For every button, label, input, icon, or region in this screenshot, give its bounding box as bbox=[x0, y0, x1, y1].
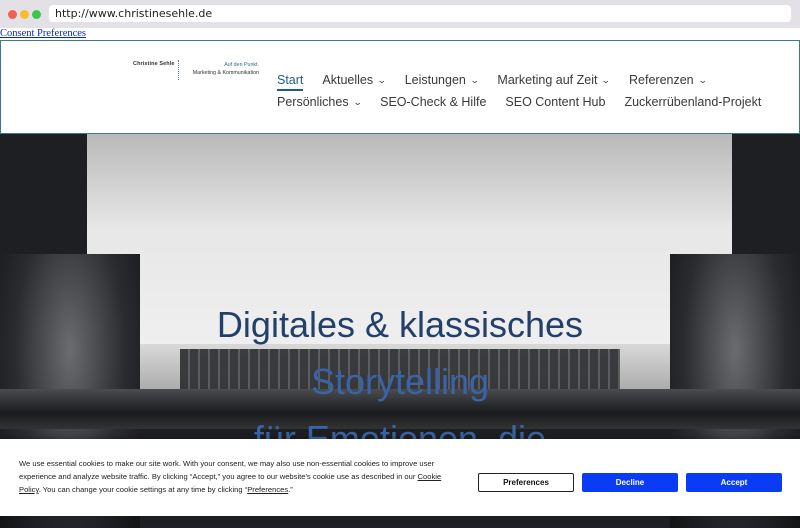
cookie-banner-text: We use essential cookies to make our sit… bbox=[19, 457, 464, 496]
nav-item-label: Referenzen bbox=[629, 73, 694, 87]
nav-item-persoenliches[interactable]: Persönliches ⌄ bbox=[277, 95, 363, 109]
cookie-preferences-button[interactable]: Preferences bbox=[478, 473, 574, 492]
logo-name: Christine Sehle bbox=[133, 61, 175, 67]
nav-item-label: Zuckerrübenland-Projekt bbox=[624, 95, 762, 109]
cookie-text-part-1: We use essential cookies to make our sit… bbox=[19, 459, 435, 481]
nav-item-label: SEO Content Hub bbox=[505, 95, 606, 109]
nav-item-referenzen[interactable]: Referenzen ⌄ bbox=[629, 73, 708, 87]
site-logo[interactable]: Christine Sehle Auf den Punkt. Marketing… bbox=[133, 60, 261, 83]
close-window-button[interactable] bbox=[8, 10, 17, 19]
nav-item-label: Aktuelles bbox=[322, 73, 374, 87]
consent-preferences-link[interactable]: Consent Preferences bbox=[0, 28, 86, 39]
hero-headline-line-2: Storytelling bbox=[310, 361, 490, 402]
chevron-down-icon: ⌄ bbox=[352, 96, 363, 107]
logo-divider bbox=[178, 60, 179, 80]
nav-item-leistungen[interactable]: Leistungen ⌄ bbox=[404, 73, 480, 87]
chevron-down-icon: ⌄ bbox=[377, 74, 387, 85]
chevron-down-icon: ⌄ bbox=[601, 74, 612, 85]
nav-item-label: Marketing auf Zeit bbox=[497, 73, 598, 87]
nav-item-seo-content-hub[interactable]: SEO Content Hub bbox=[505, 95, 605, 109]
minimize-window-button[interactable] bbox=[20, 10, 29, 19]
nav-item-label: Leistungen bbox=[404, 73, 466, 87]
cookie-text-part-3: .” bbox=[288, 485, 293, 494]
cookie-decline-button[interactable]: Decline bbox=[582, 473, 678, 492]
site-header: Christine Sehle Auf den Punkt. Marketing… bbox=[0, 40, 800, 134]
browser-toolbar: http://www.christinesehle.de bbox=[0, 0, 800, 28]
nav-item-label: Start bbox=[277, 73, 304, 87]
nav-item-label: SEO-Check & Hilfe bbox=[380, 95, 487, 109]
cookie-accept-button[interactable]: Accept bbox=[686, 473, 782, 492]
chevron-down-icon: ⌄ bbox=[697, 74, 708, 85]
address-bar[interactable]: http://www.christinesehle.de bbox=[49, 5, 791, 22]
chevron-down-icon: ⌄ bbox=[469, 74, 480, 85]
nav-row-2: Persönliches ⌄ SEO-Check & Hilfe SEO Con… bbox=[277, 95, 780, 109]
nav-row-1: Start Aktuelles ⌄ Leistungen ⌄ Marketing… bbox=[277, 73, 725, 91]
nav-item-seo-check[interactable]: SEO-Check & Hilfe bbox=[380, 95, 486, 109]
nav-item-label: Persönliches bbox=[277, 95, 349, 109]
nav-item-zuckerruebenland[interactable]: Zuckerrübenland-Projekt bbox=[624, 95, 761, 109]
hero-headline-line-1: Digitales & klassisches bbox=[216, 304, 584, 345]
logo-tagline: Auf den Punkt. bbox=[224, 62, 259, 68]
nav-item-marketing-auf-zeit[interactable]: Marketing auf Zeit ⌄ bbox=[497, 73, 612, 87]
cookie-text-part-2: . You can change your cookie settings at… bbox=[38, 485, 248, 494]
nav-item-start[interactable]: Start bbox=[277, 73, 304, 91]
nav-item-aktuelles[interactable]: Aktuelles ⌄ bbox=[322, 73, 387, 87]
cookie-banner: We use essential cookies to make our sit… bbox=[0, 439, 800, 516]
logo-subtagline: Marketing & Kommunikation bbox=[192, 70, 259, 76]
cookie-preferences-inline-link[interactable]: Preferences bbox=[247, 485, 288, 494]
maximize-window-button[interactable] bbox=[32, 10, 41, 19]
